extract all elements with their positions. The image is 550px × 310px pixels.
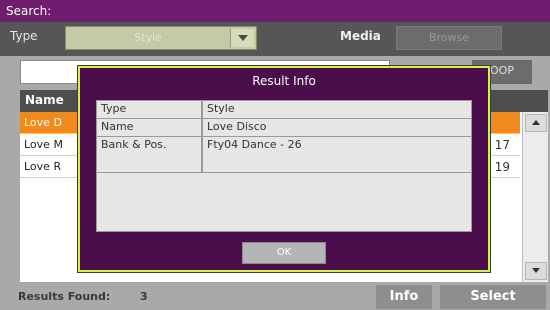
scroll-down-icon[interactable] — [525, 262, 547, 280]
info-row-type: Type Style — [97, 101, 471, 119]
scroll-up-icon[interactable] — [525, 114, 547, 132]
results-count: 3 — [140, 290, 148, 303]
info-value: Love Disco — [207, 120, 267, 133]
info-value: Style — [207, 102, 235, 115]
chevron-down-icon[interactable] — [230, 29, 254, 47]
name-column-header[interactable]: Name — [25, 93, 64, 107]
list-item-name: Love M — [24, 138, 63, 151]
list-item-value: 17 — [494, 138, 510, 152]
type-dropdown-value: Style — [134, 31, 162, 44]
info-row-bank-pos: Bank & Pos. Fty04 Dance - 26 — [97, 137, 471, 173]
info-value: Fty04 Dance - 26 — [207, 138, 302, 151]
footer-bar: Results Found: 3 Info Select — [0, 282, 550, 310]
info-table: Type Style Name Love Disco Bank & Pos. F… — [96, 100, 472, 232]
info-button[interactable]: Info — [376, 285, 432, 309]
type-dropdown[interactable]: Style — [65, 26, 257, 50]
dialog-title: Result Info — [252, 74, 316, 88]
results-found-label: Results Found: — [18, 290, 111, 303]
column-divider — [201, 101, 203, 173]
window-title: Search: — [0, 0, 550, 22]
scrollbar[interactable] — [522, 112, 548, 282]
info-key: Name — [101, 120, 134, 133]
info-row-name: Name Love Disco — [97, 119, 471, 137]
type-label: Type — [10, 29, 38, 43]
screen: Search: Type Style Media Browse OOP Name… — [0, 0, 550, 310]
filter-row: Type Style Media Browse — [0, 22, 550, 56]
info-key: Bank & Pos. — [101, 138, 167, 151]
list-item-name: Love D — [24, 116, 62, 129]
select-button[interactable]: Select — [440, 285, 546, 309]
media-label: Media — [340, 29, 381, 43]
list-item-name: Love R — [24, 160, 62, 173]
list-item-value: 19 — [494, 160, 510, 174]
browse-button[interactable]: Browse — [396, 26, 502, 50]
ok-button[interactable]: OK — [242, 242, 326, 264]
result-info-dialog: Result Info Type Style Name Love Disco B… — [78, 66, 490, 272]
info-key: Type — [101, 102, 127, 115]
